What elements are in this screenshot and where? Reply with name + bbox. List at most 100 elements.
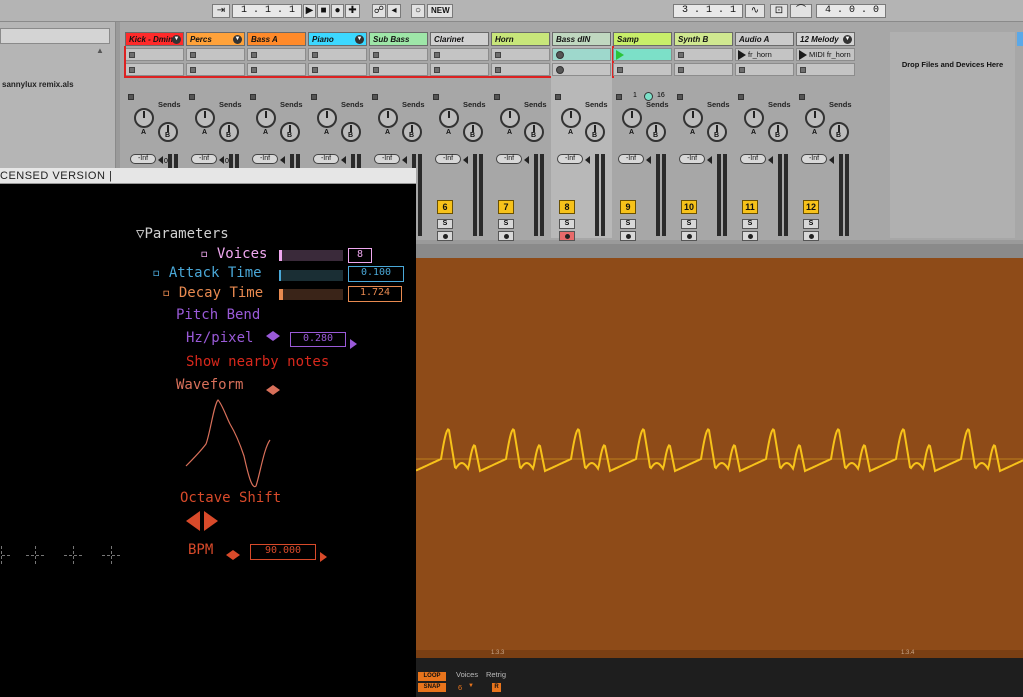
octave-shift-buttons[interactable] [186,510,218,531]
volume-readout[interactable]: -Inf [557,154,583,164]
clip-slot[interactable] [796,63,855,76]
clip-slot[interactable] [247,48,306,61]
clip-slot[interactable] [674,63,733,76]
clip-slot[interactable] [430,63,489,76]
send-a-knob[interactable] [378,108,398,128]
clip-playing[interactable] [613,48,672,61]
send-a-knob[interactable] [195,108,215,128]
record-button[interactable]: ● [331,4,344,18]
volume-arrow-icon[interactable] [829,156,834,164]
track-header[interactable]: Bass dIN [552,32,611,46]
clip-slot[interactable] [125,63,184,76]
fold-icon[interactable]: ▼ [355,35,364,44]
clip-slot[interactable]: fr_horn [735,48,794,61]
loop-length-field[interactable]: 4 . 0 . 0 [816,4,886,18]
volume-arrow-icon[interactable] [707,156,712,164]
bpm-increment[interactable] [320,546,327,565]
volume-readout[interactable]: -Inf [740,154,766,164]
clip-slot[interactable] [735,63,794,76]
send-a-knob[interactable] [561,108,581,128]
volume-readout[interactable]: -Inf [191,154,217,164]
fold-icon[interactable]: ▼ [172,35,181,44]
arm-button[interactable] [681,231,697,241]
arm-button[interactable] [803,231,819,241]
solo-button[interactable]: S [742,219,758,229]
track-activator[interactable]: 11 [742,200,758,214]
clip-slot[interactable] [430,48,489,61]
solo-button[interactable]: S [437,219,453,229]
volume-arrow-icon[interactable] [463,156,468,164]
volume-readout[interactable]: -Inf [374,154,400,164]
stop-button[interactable]: ■ [317,4,330,18]
send-a-knob[interactable] [805,108,825,128]
clip-slot[interactable] [674,48,733,61]
decay-value-box[interactable]: 1.724 [348,286,402,302]
browser-file-item[interactable]: sannylux remix.als [2,80,74,89]
loop-start-field[interactable]: 3 . 1 . 1 [673,4,743,18]
send-a-knob[interactable] [134,108,154,128]
arm-button[interactable] [620,231,636,241]
back-to-arrangement-button[interactable]: ◂ [387,4,401,18]
parameters-header[interactable]: ▽Parameters [136,226,229,242]
punch-in-button[interactable]: ⊡ [770,4,788,18]
track-activator[interactable]: 6 [437,200,453,214]
loop-switch-button[interactable]: ∿ [745,4,765,18]
clip-slot[interactable] [308,63,367,76]
play-button[interactable]: ▶ [303,4,316,18]
solo-button[interactable]: S [681,219,697,229]
overdub-button[interactable]: ✚ [345,4,360,18]
clip-slot[interactable] [308,48,367,61]
volume-arrow-icon[interactable] [280,156,285,164]
metronome-button[interactable]: ○ [411,4,425,18]
track-header[interactable]: Audio A [735,32,794,46]
show-nearby-notes-toggle[interactable]: Show nearby notes [186,354,329,370]
send-a-knob[interactable] [683,108,703,128]
voices-slider[interactable] [279,250,343,261]
solo-button[interactable]: S [559,219,575,229]
time-ruler[interactable]: 1.3.3 1.3.4 [416,650,1023,658]
volume-readout[interactable]: -Inf [252,154,278,164]
drop-zone[interactable]: Drop Files and Devices Here [890,32,1015,238]
detail-divider[interactable] [416,244,1023,258]
song-position-field[interactable]: 1 . 1 . 1 [232,4,302,18]
track-header[interactable]: Clarinet [430,32,489,46]
volume-arrow-icon[interactable] [402,156,407,164]
clip-slot[interactable] [369,63,428,76]
volume-arrow-icon[interactable] [158,156,163,164]
follow-button[interactable]: ⇥ [212,4,230,18]
fold-icon[interactable]: ▼ [233,35,242,44]
hz-pixel-increment[interactable] [350,333,357,352]
clip-slot[interactable] [552,48,611,61]
fold-icon[interactable]: ▼ [843,35,852,44]
track-activator[interactable]: 7 [498,200,514,214]
clip-slot[interactable] [125,48,184,61]
volume-readout[interactable]: -Inf [435,154,461,164]
volume-arrow-icon[interactable] [219,156,224,164]
track-header[interactable]: Kick - Dmin ▼ [125,32,184,46]
master-track-header[interactable] [1017,32,1023,46]
clip-slot[interactable] [613,63,672,76]
track-header[interactable]: 12 Melody ▼ [796,32,855,46]
solo-button[interactable]: S [498,219,514,229]
track-header[interactable]: Samp [613,32,672,46]
voices-checkbox[interactable]: ▫ [200,246,208,262]
bpm-decrement[interactable] [226,544,240,563]
hz-pixel-value-box[interactable]: 0.280 [290,332,346,347]
waveform-editor[interactable] [416,258,1023,650]
clip-slot[interactable] [491,48,550,61]
solo-button[interactable]: S [620,219,636,229]
bpm-value-box[interactable]: 90.000 [250,544,316,560]
send-a-knob[interactable] [622,108,642,128]
volume-readout[interactable]: -Inf [679,154,705,164]
voices-value-box[interactable]: 8 [348,248,372,263]
volume-readout[interactable]: -Inf [313,154,339,164]
loop-button[interactable]: LOOP [418,672,446,681]
voices-value[interactable]: 6 [458,683,462,692]
send-a-knob[interactable] [500,108,520,128]
retrig-button[interactable]: R [492,683,501,692]
waveform-preview[interactable] [180,394,280,494]
track-activator[interactable]: 8 [559,200,575,214]
track-activator[interactable]: 9 [620,200,636,214]
clip-slot[interactable] [491,63,550,76]
send-a-knob[interactable] [317,108,337,128]
